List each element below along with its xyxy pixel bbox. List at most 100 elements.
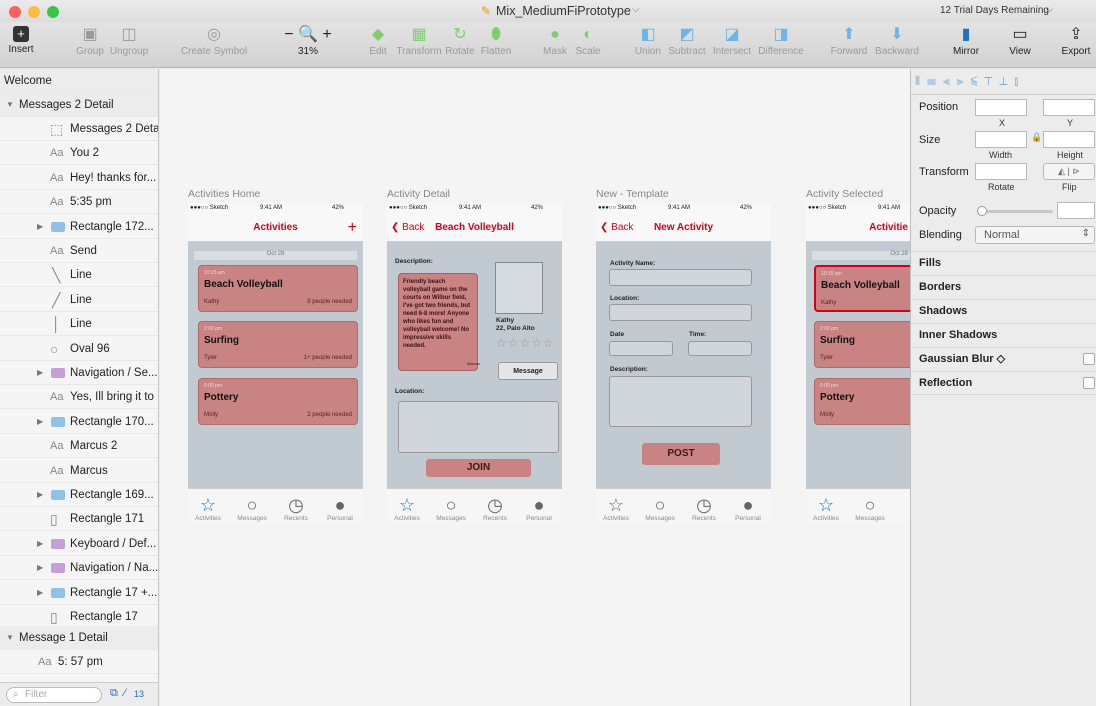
transform-button[interactable]: ▦ Transform xyxy=(394,26,444,66)
tab-messages[interactable]: ○ Messages xyxy=(640,495,680,522)
rotate-button[interactable]: ↻ Rotate xyxy=(444,26,476,66)
minimize-window-button[interactable] xyxy=(28,6,40,18)
tab-recents[interactable]: ◷ Recents xyxy=(276,495,316,522)
layer-item[interactable]: ▶ Rectangle 169... xyxy=(0,483,158,507)
layer-item[interactable]: Aa Marcus 2 xyxy=(0,434,158,459)
join-button[interactable]: JOIN xyxy=(426,459,531,477)
lock-icon[interactable]: 🔒 xyxy=(1031,132,1042,143)
layer-item[interactable]: ▶ Rectangle 170... xyxy=(0,410,158,434)
activity-name-field[interactable] xyxy=(609,269,752,286)
ungroup-button[interactable]: ◫ Ungroup xyxy=(108,26,150,66)
activity-card-selected[interactable]: 10:15 am Beach Volleyball Kathy xyxy=(814,265,910,312)
layer-item[interactable]: Aa Marcus xyxy=(0,459,158,483)
layer-item[interactable]: Aa 5:35 pm xyxy=(0,190,158,215)
opacity-field[interactable] xyxy=(1057,202,1095,219)
artboard-activities-home[interactable]: ●●●○○ Sketch 9:41 AM 42% Activities + Oc… xyxy=(188,203,363,524)
create-symbol-button[interactable]: ◎ Create Symbol xyxy=(176,26,252,66)
artboard-label[interactable]: Activity Detail xyxy=(387,188,450,200)
filter-input[interactable]: ⌕ Filter xyxy=(6,687,102,703)
tab-messages[interactable]: ○ Messages xyxy=(431,495,471,522)
artboard-label[interactable]: Activity Selected xyxy=(806,188,883,200)
rating-stars[interactable]: ☆☆☆☆☆ xyxy=(496,336,555,350)
inner-shadows-section[interactable]: Inner Shadows xyxy=(911,323,1096,347)
mask-button[interactable]: ● Mask xyxy=(540,26,570,66)
x-field[interactable] xyxy=(975,99,1027,116)
trial-notice[interactable]: 12 Trial Days Remaining xyxy=(940,5,1049,16)
y-field[interactable] xyxy=(1043,99,1095,116)
window-title[interactable]: Mix_MediumFiPrototype xyxy=(496,4,631,18)
reflection-checkbox[interactable] xyxy=(1083,377,1095,389)
layer-item[interactable]: ▯ Rectangle 171 xyxy=(0,507,158,532)
opacity-slider-knob[interactable] xyxy=(977,206,987,216)
zoom-window-button[interactable] xyxy=(47,6,59,18)
artboard-group-messages-2-detail[interactable]: ▼ Messages 2 Detail xyxy=(0,93,158,117)
flatten-button[interactable]: ⬮ Flatten xyxy=(478,26,514,66)
layer-item[interactable]: Aa Hey! thanks for... xyxy=(0,166,158,190)
gaussian-blur-checkbox[interactable] xyxy=(1083,353,1095,365)
tab-activities[interactable]: ☆ Activities xyxy=(188,495,228,522)
width-field[interactable] xyxy=(975,131,1027,148)
tab-personal[interactable]: ● Personal xyxy=(320,495,360,522)
date-field[interactable] xyxy=(609,341,673,356)
tab-activities[interactable]: ☆ Activities xyxy=(596,495,636,522)
location-map[interactable] xyxy=(398,401,559,453)
disclosure-triangle-icon[interactable]: ▼ xyxy=(6,626,14,649)
tab-messages[interactable]: ○ Messages xyxy=(850,495,890,522)
layer-item[interactable]: ╱ Line xyxy=(0,288,158,312)
layer-item[interactable]: ▶ Rectangle 17 +... xyxy=(0,581,158,605)
activity-card[interactable]: 6:00 pm Pottery Molly xyxy=(814,378,910,425)
layer-item[interactable]: Aa You 2 xyxy=(0,141,158,166)
disclosure-triangle-icon[interactable]: ▶ xyxy=(37,556,43,579)
forward-button[interactable]: ⬆ Forward xyxy=(828,26,870,66)
layer-item[interactable]: Aa 5: 57 pm xyxy=(0,650,158,674)
opacity-slider[interactable] xyxy=(977,206,1053,216)
insert-button[interactable]: + Insert xyxy=(0,26,42,66)
zoom-control[interactable]: − 🔍 + 31% xyxy=(278,26,338,66)
close-window-button[interactable] xyxy=(9,6,21,18)
disclosure-triangle-icon[interactable]: ▶ xyxy=(37,483,43,506)
disclosure-triangle-icon[interactable]: ▶ xyxy=(37,581,43,604)
layer-item[interactable]: ╲ Line xyxy=(0,263,158,288)
symbols-icon[interactable]: ⧉ xyxy=(110,687,118,700)
add-activity-button[interactable]: + xyxy=(348,213,357,242)
artboard-label[interactable]: Activities Home xyxy=(188,188,260,200)
gaussian-blur-section[interactable]: Gaussian Blur ◇ xyxy=(911,347,1096,371)
disclosure-triangle-icon[interactable]: ▶ xyxy=(37,215,43,238)
disclosure-triangle-icon[interactable]: ▶ xyxy=(37,532,43,555)
artboard-activity-selected[interactable]: ●●●○○ Sketch 9:41 AM Activitie Oct 28 10… xyxy=(806,203,910,524)
union-button[interactable]: ◧ Union xyxy=(630,26,666,66)
artboard-activity-detail[interactable]: ●●●○○ Sketch 9:41 AM 42% ❮ Back Beach Vo… xyxy=(387,203,562,524)
rotate-field[interactable] xyxy=(975,163,1027,180)
group-button[interactable]: ▣ Group xyxy=(72,26,108,66)
disclosure-triangle-icon[interactable]: ▼ xyxy=(6,93,14,116)
tab-messages[interactable]: ○ Messages xyxy=(232,495,272,522)
post-button[interactable]: POST xyxy=(642,443,720,465)
message-button[interactable]: Message xyxy=(498,362,558,380)
mirror-button[interactable]: ▮ Mirror xyxy=(946,26,986,66)
location-field[interactable] xyxy=(609,304,752,321)
layer-item[interactable]: ○ Oval 96 xyxy=(0,337,158,361)
intersect-button[interactable]: ◪ Intersect xyxy=(708,26,756,66)
slice-icon[interactable]: ⁄ xyxy=(124,687,126,699)
artboard-new-template[interactable]: ●●●○○ Sketch 9:41 AM 42% ❮ Back New Acti… xyxy=(596,203,771,524)
layer-item[interactable]: Aa Yes, Ill bring it to xyxy=(0,385,158,410)
time-field[interactable] xyxy=(688,341,752,356)
reflection-section[interactable]: Reflection xyxy=(911,371,1096,395)
layer-item[interactable]: ⬚ Messages 2 Detail xyxy=(0,117,158,141)
description-field[interactable] xyxy=(609,376,752,427)
back-button[interactable]: ❮ Back xyxy=(600,213,633,242)
borders-section[interactable]: Borders xyxy=(911,275,1096,299)
activity-card[interactable]: 6:00 pm Pottery Molly 2 people needed xyxy=(198,378,358,425)
fills-section[interactable]: Fills xyxy=(911,251,1096,275)
activity-card[interactable]: 2:00 pm Surfing Tyler 1+ people needed xyxy=(198,321,358,368)
tab-personal[interactable]: ● Personal xyxy=(728,495,768,522)
difference-button[interactable]: ◨ Difference xyxy=(756,26,806,66)
edit-button[interactable]: ◆ Edit xyxy=(364,26,392,66)
activity-card[interactable]: 2:00 pm Surfing Tyler xyxy=(814,321,910,368)
layer-item[interactable]: │ Line xyxy=(0,312,158,337)
alignment-toolbar[interactable]: ⫴☰⫷⫸⫹⊤⊥⫾ xyxy=(911,69,1096,95)
disclosure-triangle-icon[interactable]: ▶ xyxy=(37,361,43,384)
layer-item[interactable]: Aa Send xyxy=(0,239,158,263)
layer-item[interactable]: ▶ Rectangle 172... xyxy=(0,215,158,239)
profile-photo[interactable] xyxy=(495,262,543,314)
